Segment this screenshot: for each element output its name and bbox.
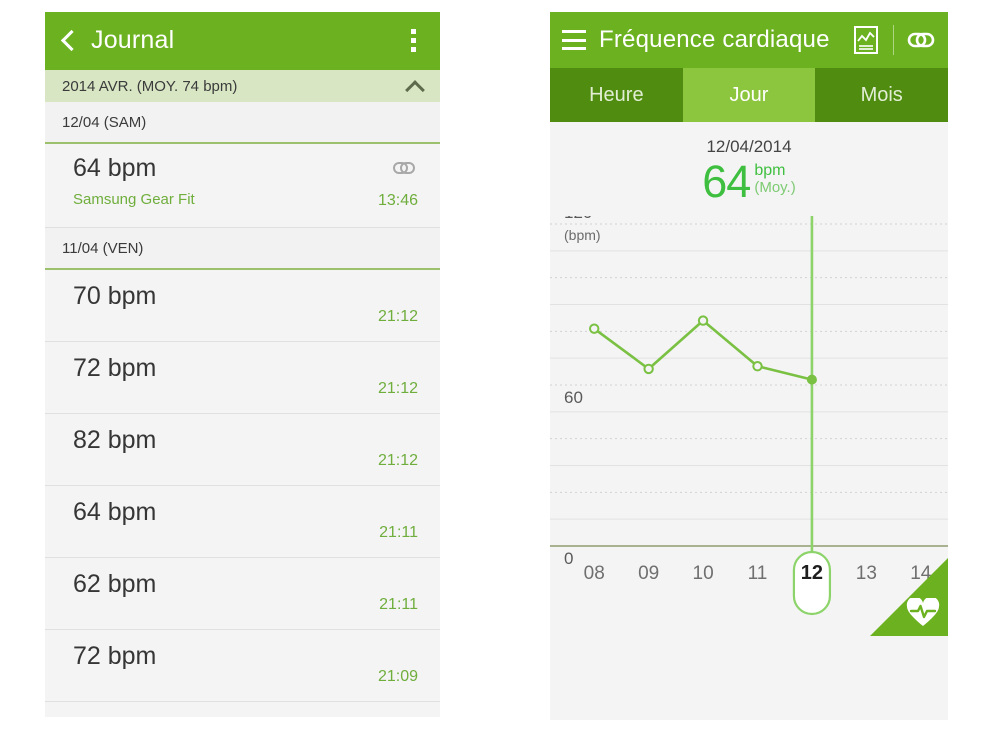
tab-heure[interactable]: Heure [550,68,683,122]
svg-text:(bpm): (bpm) [564,227,601,243]
list-item[interactable]: 62 bpm 21:11 [45,558,440,630]
hr-value: 70 bpm [73,282,157,310]
hr-value: 72 bpm [73,642,157,670]
heart-pulse-icon [906,598,940,628]
list-item[interactable]: 64 bpm Samsung Gear Fit 13:46 [45,144,440,228]
heart-rate-chart[interactable]: 120600(bpm)08091011121314 [550,216,948,636]
day-group-header: 11/04 (VEN) [45,228,440,270]
back-chevron-icon[interactable] [57,29,79,51]
hr-time: 21:12 [377,308,418,325]
list-item[interactable]: 82 bpm 21:12 [45,414,440,486]
hr-time: 21:09 [377,668,418,685]
link-chain-icon[interactable] [894,12,948,68]
tab-mois[interactable]: Mois [815,68,948,122]
add-measurement-fab[interactable] [870,558,948,636]
month-summary-label: 2014 AVR. (MOY. 74 bpm) [62,77,238,95]
hamburger-menu-icon[interactable] [562,30,586,50]
heart-rate-panel: Fréquence cardiaque Heure Jour Mois 12/0… [550,12,948,720]
hr-value: 64 bpm [73,154,157,182]
day-group-header: 12/04 (SAM) [45,102,440,144]
svg-text:60: 60 [564,388,583,407]
screenshot-root: Journal 2014 AVR. (MOY. 74 bpm) 12/04 (S… [0,0,1000,750]
summary-value: 64 [702,156,751,207]
hr-value: 62 bpm [73,570,157,598]
hr-value: 72 bpm [73,354,157,382]
heart-rate-title: Fréquence cardiaque [599,26,830,53]
journal-appbar: Journal [45,12,440,68]
hr-time: 21:11 [379,596,418,613]
list-item[interactable]: 70 bpm 21:12 [45,270,440,342]
svg-text:0: 0 [564,549,573,568]
svg-text:120: 120 [564,216,592,222]
hr-time: 21:12 [377,452,418,469]
list-item[interactable]: 72 bpm 21:12 [45,342,440,414]
svg-text:12: 12 [801,562,823,584]
svg-text:09: 09 [638,563,659,584]
period-tabbar: Heure Jour Mois [550,68,948,122]
hr-value: 82 bpm [73,426,157,454]
journal-title: Journal [91,25,175,54]
summary-unit: bpm [754,162,786,179]
chevron-up-icon[interactable] [406,80,424,92]
list-item[interactable]: 64 bpm 21:11 [45,486,440,558]
list-item[interactable]: 72 bpm 21:09 [45,630,440,702]
tab-jour[interactable]: Jour [682,68,816,122]
journal-panel: Journal 2014 AVR. (MOY. 74 bpm) 12/04 (S… [45,12,440,717]
hr-time: 21:11 [379,524,418,541]
link-chain-icon [390,160,418,176]
overflow-menu-icon[interactable] [400,23,426,57]
month-summary-strip[interactable]: 2014 AVR. (MOY. 74 bpm) [45,68,440,102]
hr-source-device: Samsung Gear Fit [73,191,195,208]
summary-qualifier: (Moy.) [754,178,796,196]
summary-date: 12/04/2014 [706,137,792,156]
summary-block: 12/04/2014 64 bpm (Moy.) [550,122,948,216]
svg-text:08: 08 [584,563,605,584]
chart-report-icon[interactable] [839,12,893,68]
hr-time: 13:46 [377,192,418,209]
heart-rate-appbar: Fréquence cardiaque [550,12,948,68]
hr-value: 64 bpm [73,498,157,526]
svg-text:10: 10 [693,563,714,584]
hr-time: 21:12 [377,380,418,397]
svg-text:11: 11 [748,563,768,584]
list-item-partial[interactable] [45,702,440,717]
